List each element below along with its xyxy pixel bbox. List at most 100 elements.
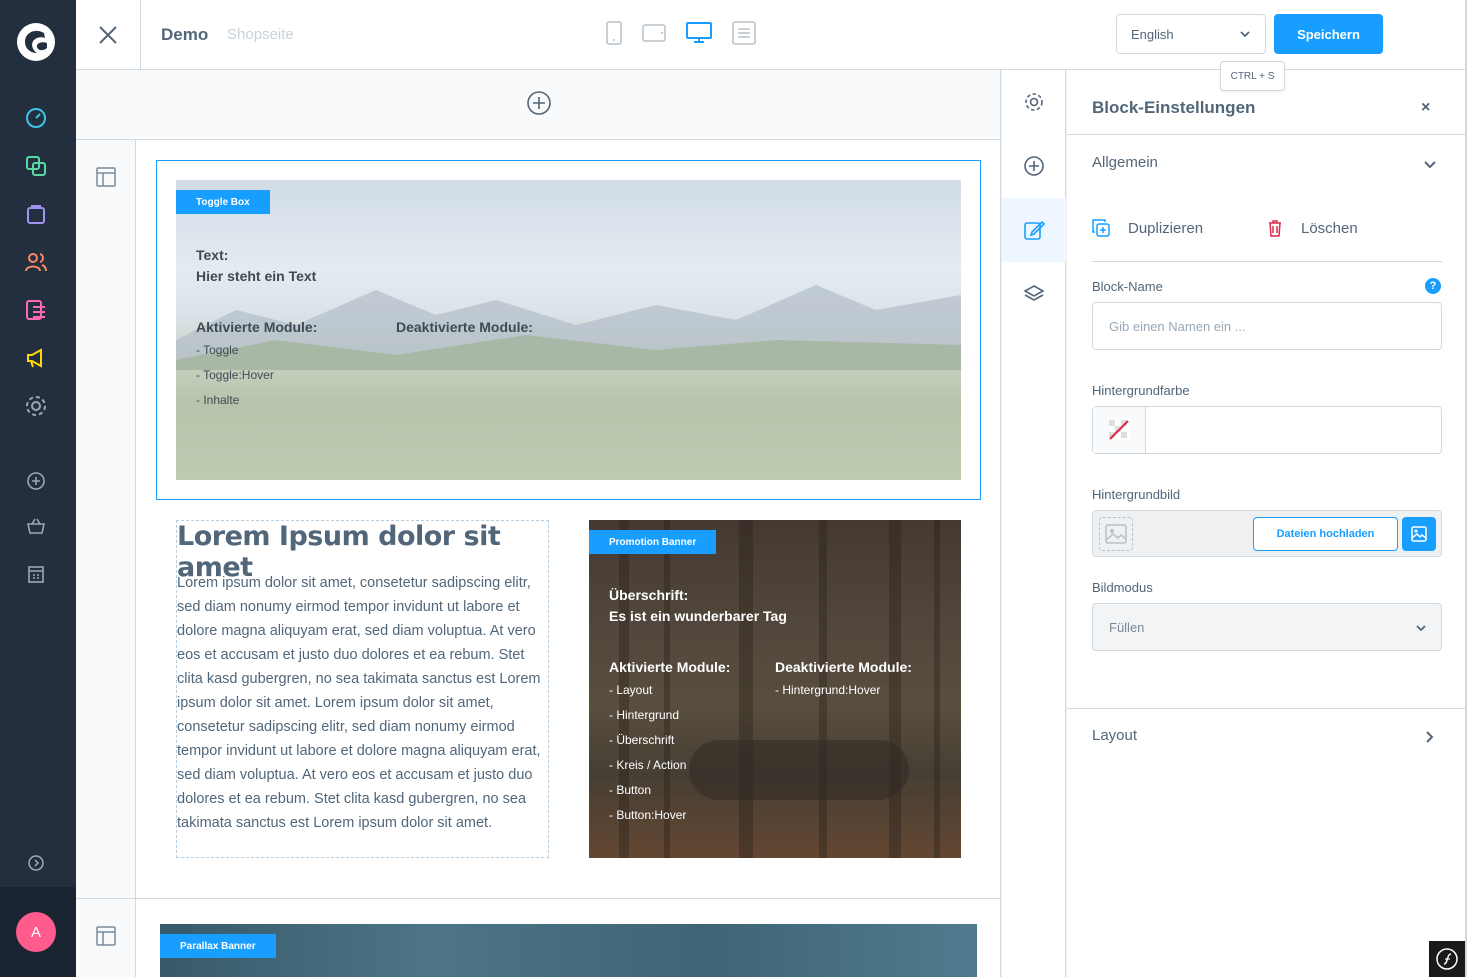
avatar[interactable]: A xyxy=(16,912,56,952)
shopware-logo-icon[interactable] xyxy=(16,22,56,62)
extensions-icon[interactable] xyxy=(24,469,48,493)
promo-heading-label: Überschrift: xyxy=(609,587,689,603)
bg-color-label: Hintergrundfarbe xyxy=(1092,383,1190,398)
delete-button[interactable]: Löschen xyxy=(1267,217,1358,239)
content-icon[interactable] xyxy=(24,298,48,322)
plus-circle-icon xyxy=(1024,156,1044,176)
block-name-placeholder: Gib einen Namen ein ... xyxy=(1109,319,1246,334)
toggle-active-item: - Toggle:Hover xyxy=(196,368,274,382)
customers-icon[interactable] xyxy=(24,250,48,274)
marketing-icon[interactable] xyxy=(24,346,48,370)
close-icon xyxy=(99,26,117,44)
expand-nav-icon[interactable] xyxy=(24,851,48,875)
toggle-inactive-heading: Deaktivierte Module: xyxy=(396,319,533,335)
chevron-down-icon xyxy=(1416,625,1426,632)
layout-name: Demo xyxy=(161,25,209,44)
parallax-banner-badge: Parallax Banner xyxy=(160,934,276,958)
toggle-active-heading: Aktivierte Module: xyxy=(196,319,318,335)
close-panel-icon[interactable]: × xyxy=(1421,99,1430,117)
promo-active-item: - Hintergrund xyxy=(609,708,680,722)
divider xyxy=(1067,708,1465,709)
duplicate-button[interactable]: Duplizieren xyxy=(1092,217,1203,239)
device-switcher xyxy=(606,20,756,50)
text-block[interactable]: Lorem Ipsum dolor sit amet Lorem ipsum d… xyxy=(176,520,549,858)
form-view-icon[interactable] xyxy=(732,20,756,50)
accordion-layout[interactable]: Layout xyxy=(1092,727,1137,744)
duplicate-label: Duplizieren xyxy=(1128,219,1204,237)
dashboard-icon[interactable] xyxy=(24,106,48,130)
add-section-icon[interactable] xyxy=(526,90,552,116)
topbar: Demo Shopseite English Speichern xyxy=(76,0,1467,70)
promo-active-item: - Button xyxy=(609,783,652,797)
cms-canvas: Toggle Box Text: Hier steht ein Text Akt… xyxy=(76,70,1001,977)
image-mode-value: Füllen xyxy=(1109,620,1145,635)
image-mode-label: Bildmodus xyxy=(1092,580,1153,595)
divider xyxy=(1067,134,1465,135)
promo-active-item: - Layout xyxy=(609,683,653,697)
toggle-box-badge: Toggle Box xyxy=(176,190,270,214)
tablet-view-icon[interactable] xyxy=(642,23,666,47)
settings-icon[interactable] xyxy=(24,394,48,418)
upload-files-button[interactable]: Dateien hochladen xyxy=(1253,517,1398,551)
desktop-view-icon[interactable] xyxy=(686,21,712,49)
layout-type: Shopseite xyxy=(227,26,294,43)
promo-inactive-heading: Deaktivierte Module: xyxy=(775,659,912,675)
chevron-right-icon[interactable] xyxy=(1423,730,1437,744)
section-settings-icon[interactable] xyxy=(96,167,116,187)
image-mode-select[interactable]: Füllen xyxy=(1092,603,1442,651)
toggle-active-item: - Inhalte xyxy=(196,393,240,407)
catalog-icon[interactable] xyxy=(24,154,48,178)
parallax-banner-block[interactable] xyxy=(160,924,977,977)
add-section-bar xyxy=(76,70,1000,140)
edit-icon xyxy=(1024,220,1045,240)
promo-inactive-item: - Hintergrund:Hover xyxy=(775,683,881,697)
block-name-input[interactable]: Gib einen Namen ein ... xyxy=(1092,302,1442,350)
duplicate-icon xyxy=(1092,219,1110,237)
mobile-view-icon[interactable] xyxy=(606,20,622,50)
chevron-down-icon xyxy=(1240,31,1250,38)
help-icon[interactable]: ? xyxy=(1425,278,1441,294)
trash-icon xyxy=(1269,220,1281,237)
add-block-button[interactable] xyxy=(1002,134,1066,198)
main-navigation: A xyxy=(0,0,76,977)
toggle-active-item: - Toggle xyxy=(196,343,239,357)
language-value: English xyxy=(1131,27,1174,42)
language-select[interactable]: English xyxy=(1116,14,1266,54)
delete-label: Löschen xyxy=(1301,219,1358,237)
layers-icon xyxy=(1023,285,1045,301)
panel-title: Block-Einstellungen xyxy=(1092,98,1256,117)
save-button[interactable]: Speichern xyxy=(1274,14,1383,54)
media-library-button[interactable] xyxy=(1402,517,1436,551)
divider xyxy=(1092,261,1442,262)
section-sidebar xyxy=(76,140,136,977)
app: A Demo Shopseite English Speichern CTRL … xyxy=(0,0,1467,977)
save-shortcut-tooltip: CTRL + S xyxy=(1220,61,1285,91)
accordion-general[interactable]: Allgemein xyxy=(1092,154,1158,171)
store-basket-icon[interactable] xyxy=(24,514,48,538)
orders-icon[interactable] xyxy=(24,202,48,226)
image-icon xyxy=(1411,526,1427,542)
promo-active-item: - Button:Hover xyxy=(609,808,687,822)
gear-icon xyxy=(1025,93,1043,111)
no-color-icon xyxy=(1109,420,1129,440)
promo-heading-value: Es ist ein wunderbarer Tag xyxy=(609,608,787,624)
section-settings-icon[interactable] xyxy=(96,926,116,946)
symfony-toolbar-icon[interactable] xyxy=(1429,941,1465,977)
close-editor-button[interactable] xyxy=(76,0,141,70)
promotion-banner-badge: Promotion Banner xyxy=(589,530,717,554)
chevron-down-icon[interactable] xyxy=(1423,158,1437,172)
toggle-text-label: Text: xyxy=(196,247,229,263)
sales-channel-icon[interactable] xyxy=(24,562,48,586)
layers-button[interactable] xyxy=(1002,262,1066,326)
block-settings-button[interactable] xyxy=(1002,198,1066,262)
bg-color-field[interactable] xyxy=(1092,406,1442,454)
bg-image-label: Hintergrundbild xyxy=(1092,487,1181,502)
block-settings-panel: Block-Einstellungen × Allgemein Duplizie… xyxy=(1067,70,1465,977)
image-placeholder-icon xyxy=(1099,517,1133,551)
page-settings-button[interactable] xyxy=(1002,70,1066,134)
color-swatch[interactable] xyxy=(1093,407,1146,453)
toggle-text-value: Hier steht ein Text xyxy=(196,268,317,284)
avatar-initial: A xyxy=(30,923,41,941)
bg-image-upload: Dateien hochladen xyxy=(1092,510,1442,557)
user-area: A xyxy=(0,887,76,977)
